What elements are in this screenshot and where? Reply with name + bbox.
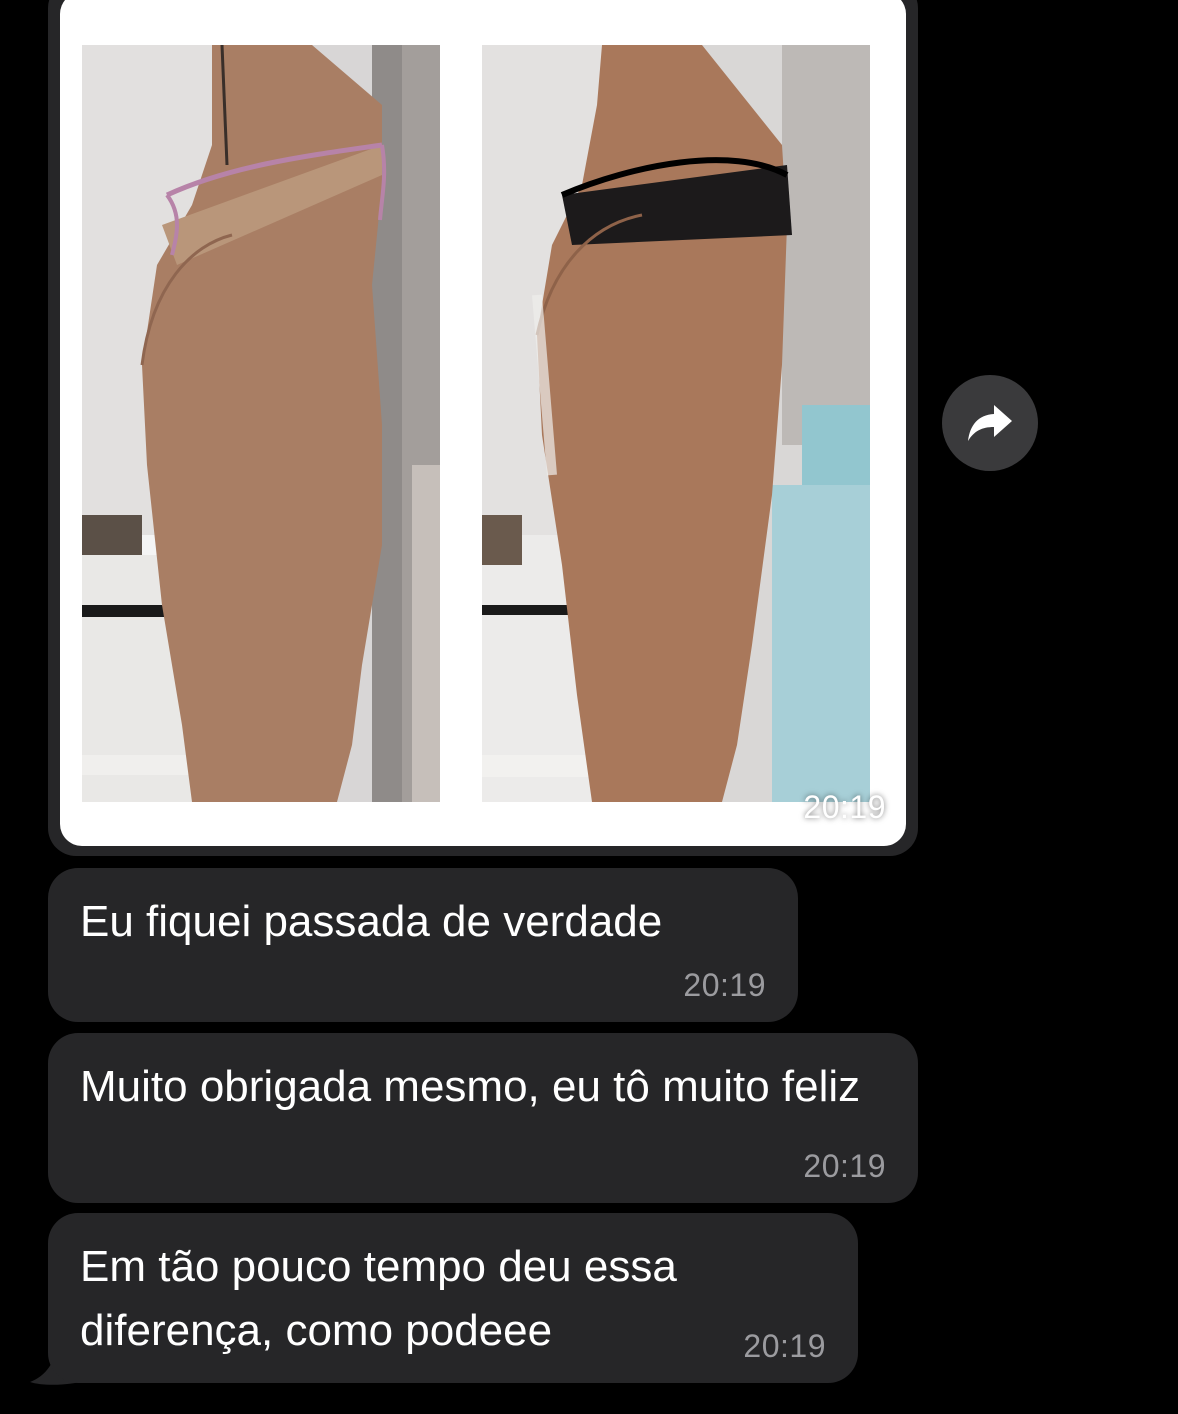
message-timestamp: 20:19 (683, 967, 766, 1003)
before-photo[interactable] (82, 45, 440, 802)
image-message[interactable]: 20:19 (60, 0, 906, 846)
forward-arrow-icon (968, 405, 1012, 441)
message-text: Muito obrigada mesmo, eu tô muito feliz (80, 1062, 861, 1111)
message-bubble[interactable]: Muito obrigada mesmo, eu tô muito feliz … (48, 1033, 918, 1203)
forward-button[interactable] (942, 375, 1038, 471)
message-bubble[interactable]: Eu fiquei passada de verdade 20:19 (48, 868, 798, 1022)
chat-thread: 20:19 Eu fiquei passada de verdade 20:19… (0, 0, 1178, 1414)
message-text: Em tão pouco tempo deu essa diferença, c… (80, 1242, 690, 1355)
message-timestamp: 20:19 (803, 1148, 886, 1184)
image-timestamp: 20:19 (803, 789, 886, 825)
message-text: Eu fiquei passada de verdade (80, 897, 663, 946)
message-timestamp: 20:19 (743, 1328, 826, 1364)
after-photo[interactable] (482, 45, 870, 802)
message-bubble[interactable]: Em tão pouco tempo deu essa diferença, c… (48, 1213, 858, 1383)
